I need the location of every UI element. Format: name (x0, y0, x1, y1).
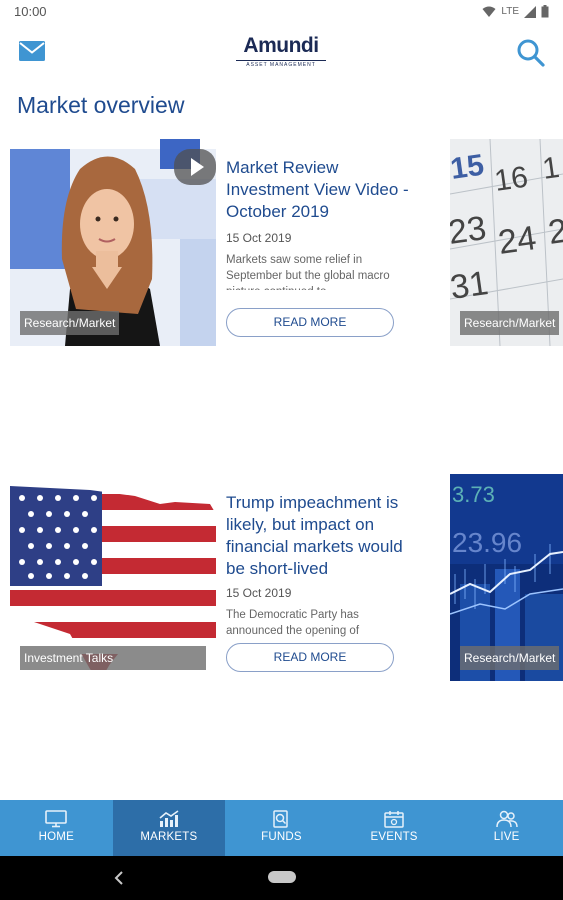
nav-funds-label: FUNDS (261, 831, 302, 843)
svg-text:31: 31 (450, 264, 491, 307)
svg-text:23.96: 23.96 (452, 527, 522, 558)
back-icon[interactable] (112, 868, 126, 888)
home-pill-button[interactable] (268, 871, 296, 883)
status-bar: 10:00 LTE (0, 0, 563, 24)
bottom-nav: HOME MARKETS FUNDS EVENTS LIVE (0, 800, 563, 856)
svg-text:24: 24 (496, 219, 539, 262)
mail-icon (19, 41, 45, 61)
logo-subtitle: ASSET MANAGEMENT (246, 62, 316, 68)
svg-text:3.73: 3.73 (452, 482, 495, 507)
search-icon (517, 39, 545, 67)
article-excerpt: The Democratic Party has announced the o… (226, 609, 360, 637)
svg-text:23: 23 (450, 209, 489, 252)
network-type: LTE (501, 6, 519, 17)
nav-funds[interactable]: FUNDS (225, 800, 338, 856)
nav-events[interactable]: EVENTS (338, 800, 451, 856)
people-icon (495, 810, 518, 828)
nav-home-label: HOME (38, 831, 74, 843)
status-time: 10:00 (14, 4, 47, 19)
article-thumbnail-image[interactable]: Investment Talks (10, 474, 216, 681)
read-more-button[interactable]: READ MORE (226, 308, 394, 337)
monitor-icon (45, 810, 68, 828)
chart-icon (159, 810, 179, 827)
category-tag: Research/Market (20, 311, 120, 335)
logo-underline (236, 60, 326, 61)
article-date: 15 Oct 2019 (226, 231, 292, 245)
status-icons: LTE (482, 5, 549, 18)
amundi-logo: Amundi ASSET MANAGEMENT (230, 34, 332, 72)
article-date: 15 Oct 2019 (226, 586, 292, 600)
article-card[interactable]: Investment Talks Trump impeachment is li… (10, 474, 410, 682)
category-tag: Research/Market (460, 311, 560, 335)
signal-icon (524, 5, 536, 18)
calendar-icon (384, 811, 404, 828)
article-title[interactable]: Trump impeachment is likely, but impact … (226, 492, 410, 580)
side-card-calendar[interactable]: 15 16 1 23 24 2 31 Research/Market (450, 139, 563, 346)
nav-live[interactable]: LIVE (450, 800, 563, 856)
fund-search-icon (273, 810, 289, 828)
svg-text:16: 16 (492, 161, 530, 198)
category-tag: Research/Market (460, 646, 560, 670)
nav-live-label: LIVE (493, 831, 520, 843)
page-title: Market overview (17, 92, 185, 118)
nav-markets-label: MARKETS (140, 831, 198, 843)
nav-markets[interactable]: MARKETS (112, 800, 226, 856)
read-more-button[interactable]: READ MORE (226, 643, 394, 672)
article-thumbnail-video[interactable]: Research/Market (10, 139, 216, 346)
svg-text:15: 15 (450, 149, 486, 186)
nav-home[interactable]: HOME (0, 800, 113, 856)
nav-events-label: EVENTS (370, 831, 418, 843)
article-card[interactable]: Research/Market Market Review Investment… (10, 139, 410, 347)
article-title[interactable]: Market Review Investment View Video - Oc… (226, 157, 410, 223)
app-header: Amundi ASSET MANAGEMENT (0, 24, 563, 86)
article-excerpt: Markets saw some relief in September but… (226, 254, 390, 290)
play-icon[interactable] (174, 149, 216, 185)
side-card-stock-market[interactable]: 3.73 23.96 Research/Market (450, 474, 563, 681)
category-tag: Investment Talks (20, 646, 206, 670)
wifi-icon (482, 6, 496, 17)
search-button[interactable] (516, 38, 548, 70)
logo-text: Amundi (243, 34, 319, 57)
mail-button[interactable] (18, 40, 48, 66)
system-nav-bar (0, 856, 563, 900)
battery-icon (541, 5, 549, 18)
